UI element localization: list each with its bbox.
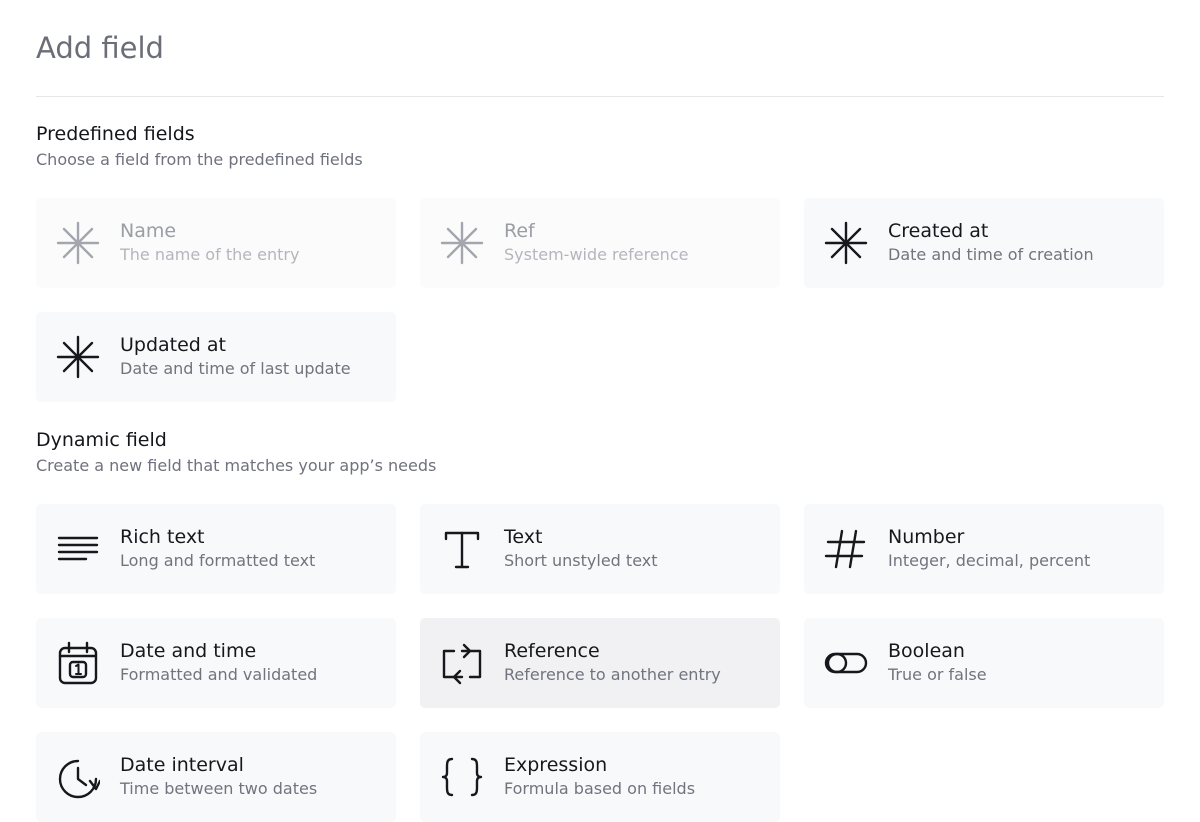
field-card-date-and-time[interactable]: Date and time Formatted and validated	[36, 618, 396, 708]
field-card-label: Updated at	[120, 334, 227, 356]
field-card-description: Integer, decimal, percent	[888, 551, 1091, 570]
field-card-label: Created at	[888, 220, 989, 242]
field-card-text[interactable]: Text Short unstyled text	[420, 504, 780, 594]
field-card-date-interval[interactable]: Date interval Time between two dates	[36, 732, 396, 822]
field-card-number[interactable]: Number Integer, decimal, percent	[804, 504, 1164, 594]
field-card-description: Long and formatted text	[120, 551, 316, 570]
field-card-rich-text[interactable]: Rich text Long and formatted text	[36, 504, 396, 594]
asterisk-icon	[440, 221, 484, 265]
field-card-label: Expression	[504, 754, 608, 776]
field-card-ref: Ref System-wide reference	[420, 198, 780, 288]
page-title: Add field	[36, 31, 164, 65]
field-card-description: System-wide reference	[504, 245, 689, 264]
curly-braces-icon	[440, 755, 484, 799]
field-card-label: Name	[120, 220, 177, 242]
field-card-expression[interactable]: Expression Formula based on fields	[420, 732, 780, 822]
asterisk-icon	[56, 221, 100, 265]
field-card-label: Boolean	[888, 640, 965, 662]
field-card-label: Reference	[504, 640, 600, 662]
field-card-label: Rich text	[120, 526, 205, 548]
header-divider	[36, 96, 1164, 97]
predefined-subheading: Choose a field from the predefined field…	[36, 150, 363, 169]
text-t-icon	[440, 527, 484, 571]
dynamic-subheading: Create a new field that matches your app…	[36, 456, 437, 475]
field-card-description: Formatted and validated	[120, 665, 318, 684]
field-card-label: Date and time	[120, 640, 257, 662]
field-card-label: Number	[888, 526, 965, 548]
clock-arrow-icon	[56, 755, 100, 799]
asterisk-icon	[56, 335, 100, 379]
paragraph-lines-icon	[56, 527, 100, 571]
swap-arrows-icon	[440, 641, 484, 685]
predefined-heading: Predefined fields	[36, 123, 195, 145]
field-card-name: Name The name of the entry	[36, 198, 396, 288]
field-card-label: Date interval	[120, 754, 244, 776]
field-card-description: Date and time of creation	[888, 245, 1094, 264]
dynamic-heading: Dynamic field	[36, 429, 167, 451]
toggle-icon	[824, 641, 868, 685]
field-card-description: Time between two dates	[120, 779, 318, 798]
field-card-description: True or false	[888, 665, 987, 684]
field-card-reference[interactable]: Reference Reference to another entry	[420, 618, 780, 708]
hash-icon	[824, 527, 868, 571]
field-card-updated-at[interactable]: Updated at Date and time of last update	[36, 312, 396, 402]
calendar-icon	[56, 641, 100, 685]
asterisk-icon	[824, 221, 868, 265]
field-card-description: Short unstyled text	[504, 551, 658, 570]
field-card-description: Date and time of last update	[120, 359, 351, 378]
field-card-created-at[interactable]: Created at Date and time of creation	[804, 198, 1164, 288]
field-card-description: Formula based on fields	[504, 779, 696, 798]
field-card-label: Text	[504, 526, 543, 548]
field-card-boolean[interactable]: Boolean True or false	[804, 618, 1164, 708]
field-card-label: Ref	[504, 220, 535, 242]
field-card-description: Reference to another entry	[504, 665, 721, 684]
field-card-description: The name of the entry	[120, 245, 300, 264]
